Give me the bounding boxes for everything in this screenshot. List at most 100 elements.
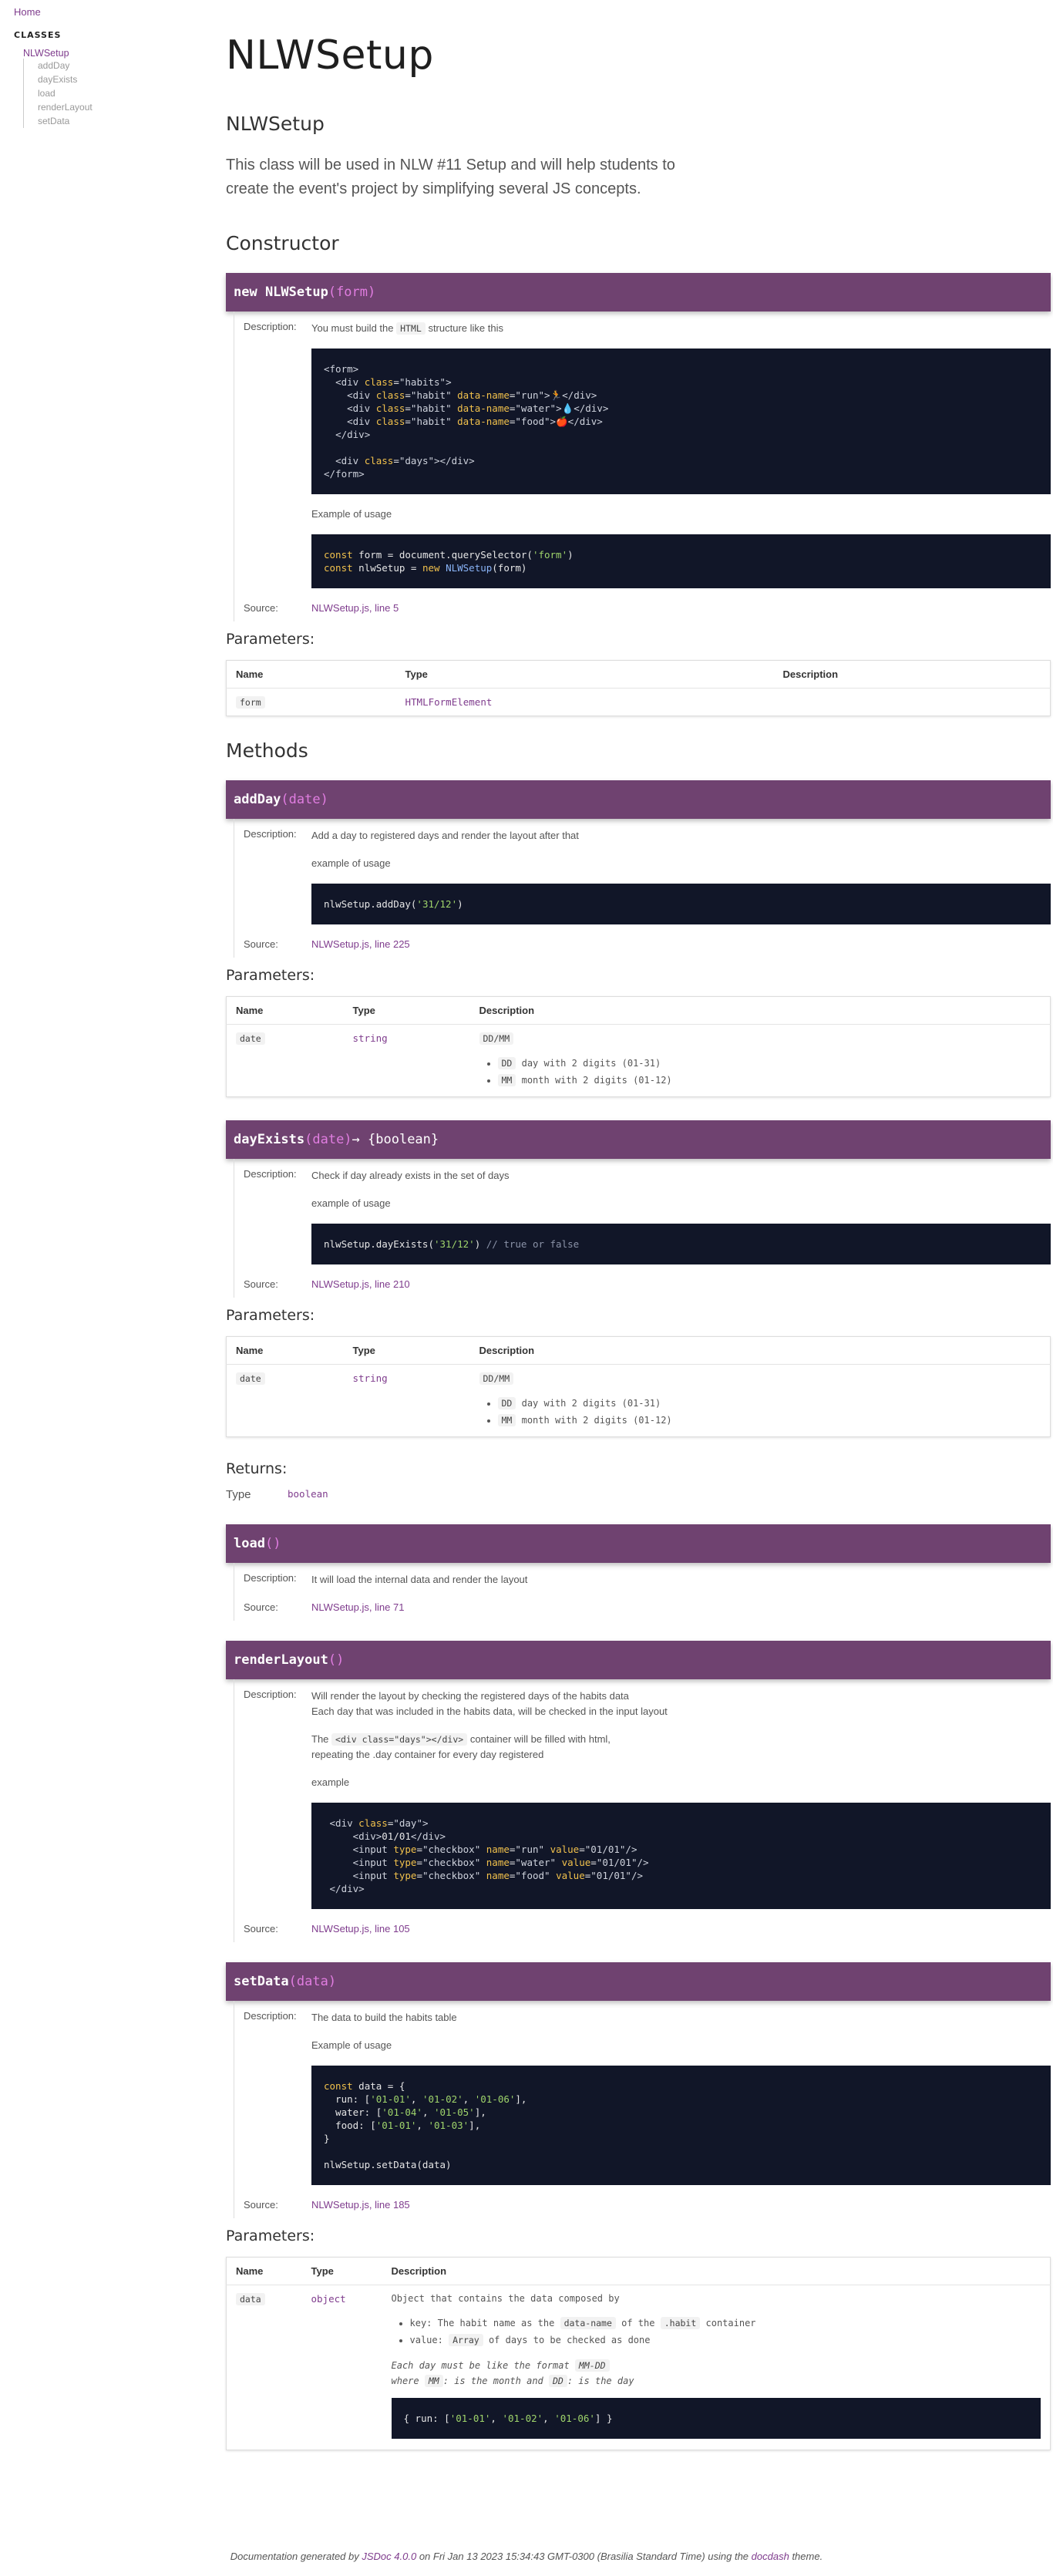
description-label: Description: (244, 321, 297, 332)
params-table: Name Type Description form HTMLFormEleme… (226, 660, 1051, 716)
sidebar-item-dayexists[interactable]: dayExists (38, 72, 163, 86)
classes-heading: CLASSES (14, 30, 62, 40)
col-description: Description (469, 996, 1051, 1025)
description-label: Description: (244, 1572, 297, 1584)
example-label: example of usage (311, 857, 391, 869)
setdata-signature: setData (data) (226, 1962, 1051, 2001)
source-label: Source: (244, 602, 278, 614)
page-title: NLWSetup (226, 32, 434, 79)
parameters-heading: Parameters: (226, 631, 315, 648)
parameters-heading: Parameters: (226, 1307, 315, 1324)
table-row: date string DD/MM DD day with 2 digits (… (227, 1025, 1051, 1097)
example-label: Example of usage (311, 508, 392, 520)
constructor-block: new NLWSetup (form) Description: You must… (226, 273, 1051, 716)
table-row: data object Object that contains the dat… (227, 2285, 1051, 2450)
home-link[interactable]: Home (14, 6, 163, 18)
param-description (774, 689, 1051, 716)
returns-type-label: Type (226, 1488, 251, 1501)
parameters-heading: Parameters: (226, 967, 315, 984)
source-link[interactable]: NLWSetup.js, line 105 (311, 1923, 410, 1935)
sidebar-item-renderlayout[interactable]: renderLayout (38, 100, 163, 114)
addday-description: Add a day to registered days and render … (311, 830, 579, 841)
sidebar-item-addday[interactable]: addDay (38, 59, 163, 72)
load-signature: load() (226, 1524, 1051, 1563)
list-item: value: Array of days to be checked as do… (410, 2332, 1041, 2349)
param-type: HTMLFormElement (405, 696, 493, 708)
params-table: Name Type Description date string DD/MM … (226, 1336, 1051, 1437)
returns-type: boolean (288, 1488, 328, 1500)
source-label: Source: (244, 1923, 278, 1935)
load-description: It will load the internal data and rende… (311, 1574, 528, 1585)
list-item: DD day with 2 digits (01-31) (497, 1395, 1041, 1412)
params-table: Name Type Description data object Object… (226, 2257, 1051, 2450)
source-label: Source: (244, 1278, 278, 1290)
docdash-link[interactable]: docdash (752, 2551, 789, 2562)
constructor-signature: new NLWSetup (form) (226, 273, 1051, 311)
source-link[interactable]: NLWSetup.js, line 185 (311, 2199, 410, 2211)
jsdoc-link[interactable]: JSDoc 4.0.0 (362, 2551, 416, 2562)
table-row: date string DD/MM DD day with 2 digits (… (227, 1365, 1051, 1437)
methods-heading: Methods (226, 739, 308, 762)
method-renderlayout: renderLayout() Description: Will render … (226, 1641, 1051, 1942)
source-link[interactable]: NLWSetup.js, line 71 (311, 1601, 404, 1613)
col-description: Description (773, 660, 1051, 689)
source-link[interactable]: NLWSetup.js, line 5 (311, 602, 399, 614)
renderlayout-details: Description: Will render the layout by c… (234, 1679, 1051, 1942)
constructor-heading: Constructor (226, 232, 339, 254)
source-link[interactable]: NLWSetup.js, line 225 (311, 938, 410, 950)
description-label: Description: (244, 828, 297, 840)
source-link[interactable]: NLWSetup.js, line 210 (311, 1278, 410, 1290)
col-type: Type (301, 2257, 382, 2285)
param-name: date (236, 1372, 265, 1385)
col-description: Description (469, 1336, 1051, 1365)
col-name: Name (226, 660, 396, 689)
col-type: Type (343, 996, 470, 1025)
param-type: string (352, 1032, 388, 1044)
col-name: Name (226, 1336, 344, 1365)
dayexists-description: Check if day already exists in the set o… (311, 1170, 510, 1181)
code-example: { run: ['01-01', '01-02', '01-06'] } (391, 2398, 1041, 2439)
source-label: Source: (244, 2199, 278, 2211)
example-label: example (311, 1776, 350, 1788)
renderlayout-description-2: The <div class="days"></div> container w… (311, 1733, 611, 1760)
renderlayout-signature: renderLayout() (226, 1641, 1051, 1679)
param-format: DD/MM (479, 1372, 514, 1385)
code-example: nlwSetup.addDay('31/12') (311, 884, 1051, 924)
col-type: Type (343, 1336, 470, 1365)
param-name: date (236, 1032, 265, 1045)
setdata-details: Description: The data to build the habit… (234, 2001, 1051, 2218)
inline-code: HTML (396, 322, 426, 335)
description-label: Description: (244, 2010, 297, 2022)
returns-row: Type boolean (226, 1488, 1051, 1501)
param-name: form (236, 696, 265, 709)
dayexists-details: Description: Check if day already exists… (234, 1159, 1051, 1298)
sidebar-methods-list: addDay dayExists load renderLayout setDa… (23, 59, 163, 128)
description-label: Description: (244, 1168, 297, 1180)
source-label: Source: (244, 938, 278, 950)
sidebar-item-load[interactable]: load (38, 86, 163, 100)
table-row: form HTMLFormElement (227, 689, 1051, 716)
param-format: DD/MM (479, 1032, 514, 1045)
setdata-description: The data to build the habits table (311, 2012, 457, 2023)
footer: Documentation generated by JSDoc 4.0.0 o… (230, 2551, 823, 2562)
renderlayout-description: Will render the layout by checking the r… (311, 1690, 668, 1717)
example-label: example of usage (311, 1197, 391, 1209)
sidebar: Home CLASSES NLWSetup addDay dayExists l… (0, 0, 177, 134)
signature-params: (form) (328, 285, 376, 300)
method-dayexists: dayExists (date) → {boolean} Description:… (226, 1120, 1051, 1501)
code-example: const data = { run: ['01-01', '01-02', '… (311, 2066, 1051, 2185)
load-details: Description: It will load the internal d… (234, 1563, 1051, 1621)
list-item: MM month with 2 digits (01-12) (497, 1412, 1041, 1429)
sidebar-item-setdata[interactable]: setData (38, 114, 163, 128)
param-description: Object that contains the data composed b… (391, 2293, 620, 2304)
col-description: Description (382, 2257, 1051, 2285)
addday-signature: addDay (date) (226, 780, 1051, 819)
sidebar-item-nlwsetup[interactable]: NLWSetup (14, 48, 163, 59)
param-type: string (352, 1372, 388, 1384)
class-description: This class will be used in NLW #11 Setup… (226, 157, 675, 197)
description-label: Description: (244, 1689, 297, 1700)
col-name: Name (226, 2257, 302, 2285)
code-example-usage: const form = document.querySelector('for… (311, 534, 1051, 588)
sidebar-class-item: NLWSetup addDay dayExists load renderLay… (14, 48, 163, 128)
list-item: DD day with 2 digits (01-31) (497, 1055, 1041, 1072)
